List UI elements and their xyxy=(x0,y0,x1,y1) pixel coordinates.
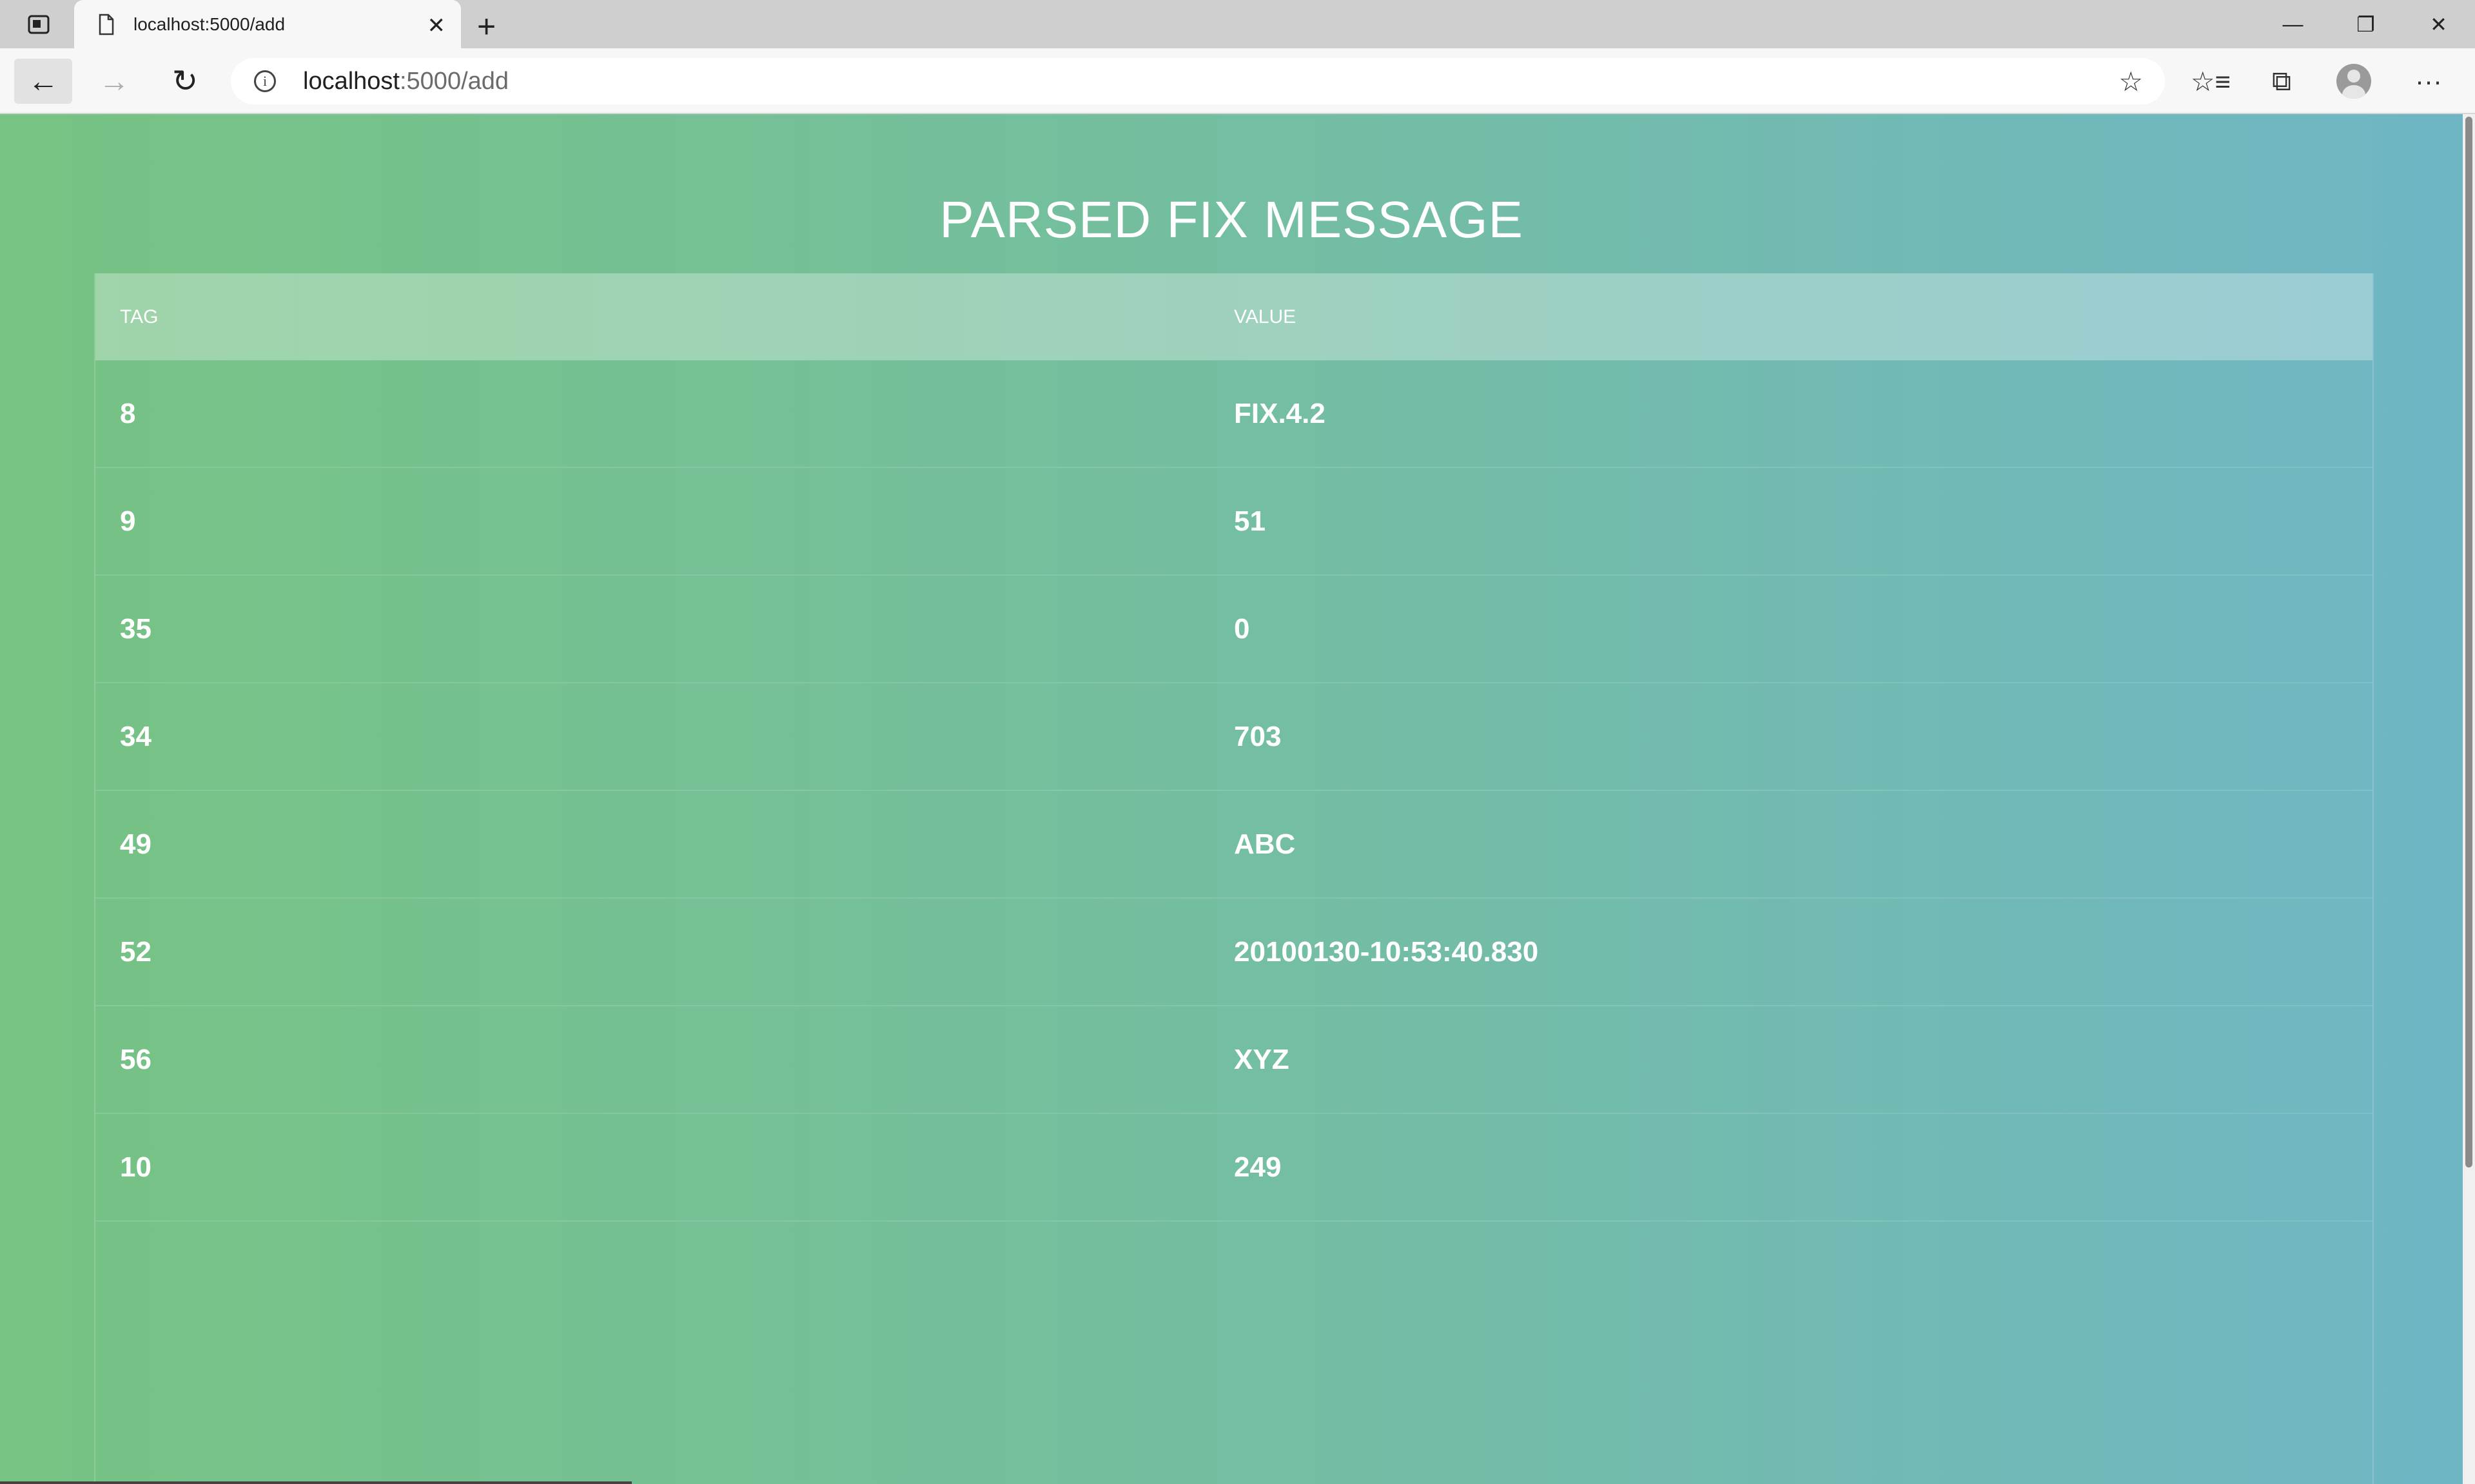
window-controls: — ❐ ✕ xyxy=(2256,0,2475,48)
collections-icon[interactable]: ⧉ xyxy=(2253,59,2311,104)
table-row: 52 20100130-10:53:40.830 xyxy=(95,899,2372,1006)
value-cell: 703 xyxy=(1234,720,1282,752)
value-cell: 249 xyxy=(1234,1151,1282,1183)
value-cell: XYZ xyxy=(1234,1043,1289,1075)
restore-button[interactable]: ❐ xyxy=(2329,0,2402,48)
forward-button[interactable]: → xyxy=(85,59,143,104)
tab-title: localhost:5000/add xyxy=(133,14,286,34)
page-title: PARSED FIX MESSAGE xyxy=(939,191,1523,248)
page-viewport: PARSED FIX MESSAGE TAG VALUE 8 FIX.4.2 9… xyxy=(0,114,2463,1484)
table-row: 34 703 xyxy=(95,683,2372,791)
more-options-icon[interactable]: ··· xyxy=(2400,59,2458,104)
url-text[interactable]: localhost:5000/add xyxy=(303,68,509,95)
new-tab-button[interactable]: + xyxy=(477,8,496,45)
value-cell: FIX.4.2 xyxy=(1234,397,1326,429)
browser-toolbar: ← → ↻ i localhost:5000/add ☆ ☆≡ ⧉ ··· xyxy=(0,48,2475,114)
url-host: localhost xyxy=(303,67,400,95)
table-row: 35 0 xyxy=(95,576,2372,683)
tag-cell: 8 xyxy=(120,397,136,429)
scrollbar-thumb[interactable] xyxy=(2465,117,2472,1167)
table-row: 56 XYZ xyxy=(95,1006,2372,1114)
close-tab-icon[interactable]: ✕ xyxy=(427,13,446,39)
table-row: 49 ABC xyxy=(95,791,2372,899)
horizontal-scroll-indicator xyxy=(0,1481,632,1484)
table-row: 9 51 xyxy=(95,468,2372,576)
vertical-scrollbar[interactable] xyxy=(2463,114,2475,1484)
value-cell: ABC xyxy=(1234,828,1296,860)
value-cell: 20100130-10:53:40.830 xyxy=(1234,935,1539,968)
profile-avatar[interactable] xyxy=(2325,59,2383,104)
avatar-icon xyxy=(2336,64,2371,99)
site-info-icon[interactable]: i xyxy=(254,70,276,92)
tag-cell: 52 xyxy=(120,935,152,968)
page-icon xyxy=(99,14,114,35)
minimize-button[interactable]: — xyxy=(2256,0,2329,48)
address-bar[interactable]: i localhost:5000/add ☆ xyxy=(231,58,2165,104)
header-tag: TAG xyxy=(120,306,159,327)
header-value: VALUE xyxy=(1234,306,1296,327)
url-path: :5000/add xyxy=(399,67,509,95)
tag-cell: 35 xyxy=(120,612,152,645)
table-header: TAG VALUE xyxy=(95,273,2372,360)
tag-cell: 9 xyxy=(120,505,136,537)
table-row: 8 FIX.4.2 xyxy=(95,360,2372,468)
tag-cell: 49 xyxy=(120,828,152,860)
fix-message-table: TAG VALUE 8 FIX.4.2 9 51 35 0 34 703 49 … xyxy=(94,273,2374,1484)
tab-actions-icon[interactable] xyxy=(14,12,63,37)
tag-cell: 56 xyxy=(120,1043,152,1075)
favorites-icon[interactable]: ☆≡ xyxy=(2182,59,2240,104)
tag-cell: 34 xyxy=(120,720,152,752)
browser-tab[interactable]: localhost:5000/add ✕ xyxy=(74,0,461,48)
add-favorite-icon[interactable]: ☆ xyxy=(2118,66,2143,97)
tab-actions-svg xyxy=(28,15,50,34)
back-button[interactable]: ← xyxy=(14,59,72,104)
close-window-button[interactable]: ✕ xyxy=(2402,0,2475,48)
tab-strip: localhost:5000/add ✕ + — ❐ ✕ xyxy=(0,0,2475,48)
value-cell: 0 xyxy=(1234,612,1250,645)
value-cell: 51 xyxy=(1234,505,1266,537)
reload-button[interactable]: ↻ xyxy=(156,59,214,104)
tag-cell: 10 xyxy=(120,1151,152,1183)
table-row: 10 249 xyxy=(95,1114,2372,1222)
